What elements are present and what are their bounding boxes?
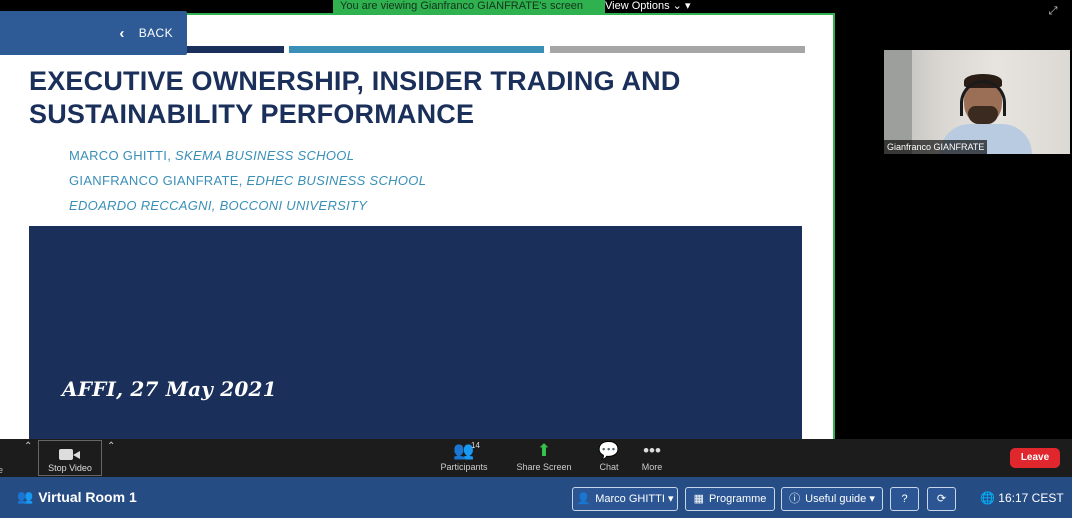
info-icon: ⓘ	[789, 493, 801, 505]
screen: You are viewing Gianfranco GIANFRATE's s…	[0, 0, 1072, 518]
chevron-down-icon: ⌄ ▾	[672, 0, 691, 12]
slide-bar-grey	[550, 46, 805, 53]
back-label: BACK	[138, 26, 173, 40]
user-icon: 👤	[576, 493, 591, 505]
slide-bar-teal	[289, 46, 544, 53]
author-name: MARCO GHITTI,	[69, 148, 176, 163]
participants-button[interactable]: 👥 14 Participants	[429, 440, 499, 476]
programme-button[interactable]: ▦ Programme	[685, 487, 775, 511]
globe-icon: 🌐	[980, 491, 995, 505]
author-line: EDOARDO RECCAGNI, BOCCONI UNIVERSITY	[69, 193, 426, 218]
participants-label: Participants	[440, 462, 488, 472]
participants-count: 14	[471, 441, 480, 450]
slide-title: EXECUTIVE OWNERSHIP, INSIDER TRADING AND…	[29, 66, 681, 129]
slide-bar-navy	[180, 46, 284, 53]
fullscreen-icon[interactable]: ⤢	[1047, 5, 1059, 17]
user-menu-button[interactable]: 👤 Marco GHITTI ▾	[572, 487, 678, 511]
participant-video[interactable]: Gianfranco GIANFRATE	[884, 50, 1070, 154]
video-camera-icon	[59, 447, 81, 461]
room-name: Virtual Room 1	[38, 489, 137, 505]
clock: 🌐 16:17 CEST	[980, 491, 1064, 505]
mute-label-partial[interactable]: e	[0, 465, 3, 475]
participants-icon: 👥	[453, 441, 475, 460]
user-label: Marco GHITTI	[595, 493, 665, 505]
author-name: GIANFRANCO GIANFRATE,	[69, 173, 247, 188]
share-screen-icon: ⬆	[536, 441, 552, 460]
help-button[interactable]: ?	[890, 487, 919, 511]
participant-name: Gianfranco GIANFRATE	[884, 140, 988, 154]
room-title: 👥 Virtual Room 1	[17, 489, 137, 505]
programme-label: Programme	[708, 493, 767, 505]
caret-down-icon: ▾	[667, 493, 674, 505]
room-bar: 👥 Virtual Room 1 👤 Marco GHITTI ▾ ▦ Progra…	[0, 477, 1072, 518]
view-options-label: View Options	[605, 0, 670, 12]
more-button[interactable]: ••• More	[617, 440, 687, 476]
slide-date: AFFI, 27 May 2021	[62, 377, 277, 401]
refresh-button[interactable]: ⟳	[927, 487, 956, 511]
author-list: MARCO GHITTI, SKEMA BUSINESS SCHOOL GIAN…	[69, 143, 426, 218]
viewing-banner: You are viewing Gianfranco GIANFRATE's s…	[333, 0, 605, 14]
clock-time: 16:17 CEST	[998, 491, 1064, 505]
author-affiliation: SKEMA BUSINESS SCHOOL	[175, 148, 355, 163]
author-line: MARCO GHITTI, SKEMA BUSINESS SCHOOL	[69, 143, 426, 168]
meeting-toolbar: e ⌃ Stop Video ⌃ 👥 14 Participants ⬆ Sha…	[0, 439, 1072, 477]
leave-button[interactable]: Leave	[1010, 448, 1060, 468]
back-button[interactable]: ‹ BACK	[0, 11, 187, 55]
chevron-left-icon: ‹	[119, 24, 125, 42]
shared-slide: EXECUTIVE OWNERSHIP, INSIDER TRADING AND…	[0, 13, 835, 439]
calendar-icon: ▦	[693, 493, 704, 505]
video-options-caret-icon[interactable]: ⌃	[107, 441, 115, 452]
view-options-button[interactable]: View Options ⌄ ▾	[605, 0, 690, 14]
chat-label: Chat	[599, 462, 619, 472]
caret-down-icon: ▾	[869, 493, 875, 505]
viewing-text: You are viewing Gianfranco GIANFRATE's s…	[340, 0, 583, 12]
stop-video-label: Stop Video	[48, 463, 92, 473]
author-line: GIANFRANCO GIANFRATE, EDHEC BUSINESS SCH…	[69, 168, 426, 193]
share-screen-button[interactable]: ⬆ Share Screen	[509, 440, 579, 476]
useful-guide-label: Useful guide	[805, 493, 867, 505]
author-affiliation: EDOARDO RECCAGNI, BOCCONI UNIVERSITY	[69, 198, 368, 213]
more-label: More	[641, 462, 663, 472]
useful-guide-button[interactable]: ⓘ Useful guide ▾	[781, 487, 883, 511]
people-icon: 👥	[17, 489, 34, 504]
stop-video-button[interactable]: Stop Video	[38, 440, 102, 476]
audio-options-caret-icon[interactable]: ⌃	[24, 441, 32, 452]
share-screen-label: Share Screen	[516, 462, 572, 472]
video-background	[884, 50, 912, 154]
author-affiliation: EDHEC BUSINESS SCHOOL	[246, 173, 427, 188]
more-icon: •••	[643, 441, 661, 460]
slide-navy-block: AFFI, 27 May 2021	[29, 226, 802, 439]
